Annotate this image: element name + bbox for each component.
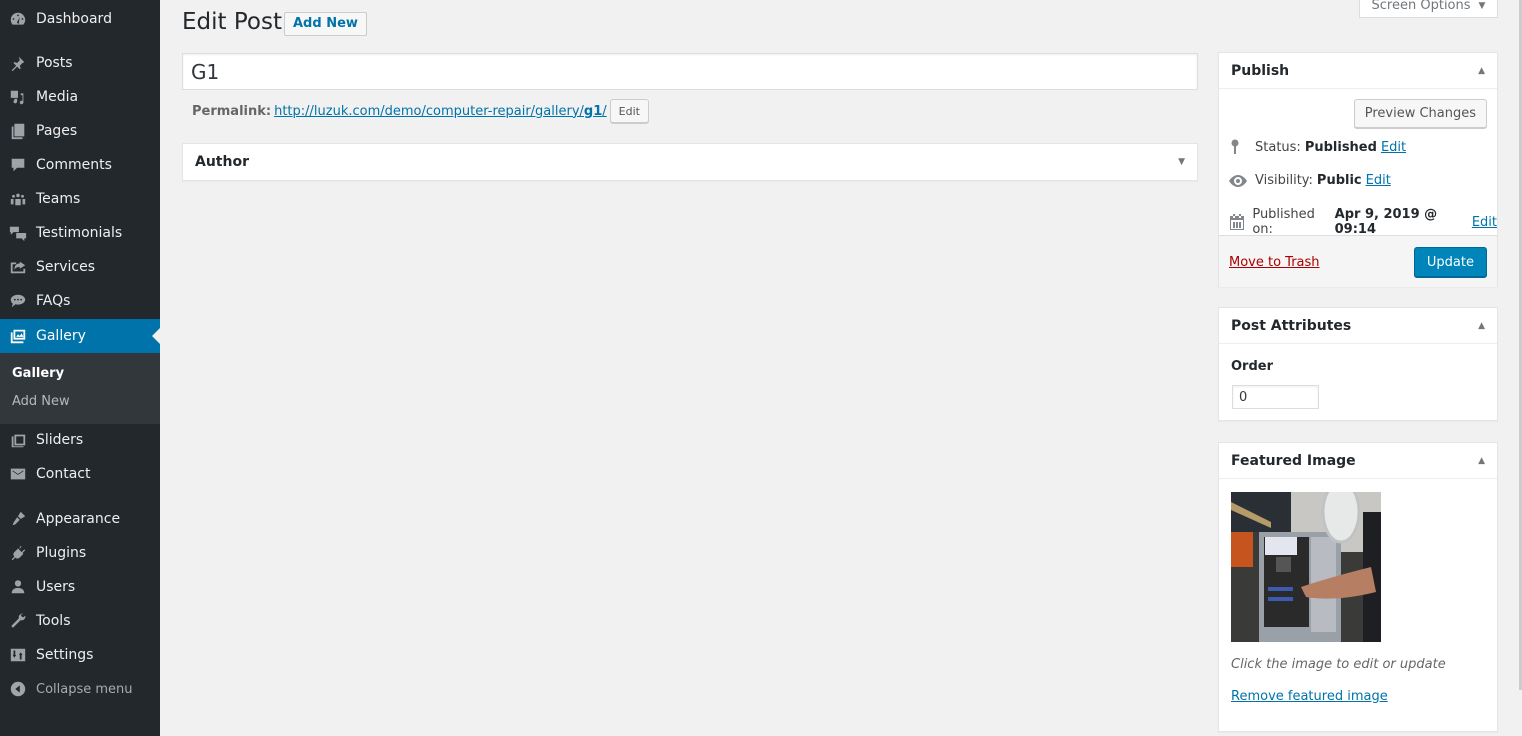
- sidebar-item-teams[interactable]: Teams: [0, 182, 160, 216]
- status-value: Published: [1304, 139, 1377, 155]
- permalink-label: Permalink:: [192, 103, 272, 119]
- featured-image-hint: Click the image to edit or update: [1231, 657, 1446, 672]
- sidebar-item-users[interactable]: Users: [0, 570, 160, 604]
- author-metabox: Author ▼: [182, 143, 1198, 181]
- sidebar-item-plugins[interactable]: Plugins: [0, 536, 160, 570]
- plugin-icon: [0, 544, 36, 562]
- sidebar-item-sliders[interactable]: Sliders: [0, 423, 160, 457]
- sidebar-item-testimonials[interactable]: Testimonials: [0, 216, 160, 250]
- published-on-label: Published on:: [1252, 207, 1315, 237]
- published-on-value: Apr 9, 2019 @ 09:14: [1334, 207, 1438, 237]
- order-label: Order: [1231, 359, 1273, 374]
- eye-icon: [1229, 174, 1255, 187]
- sidebar-item-services[interactable]: Services: [0, 250, 160, 284]
- sidebar-item-appearance[interactable]: Appearance: [0, 502, 160, 536]
- visibility-row: Visibility: Public Edit: [1229, 173, 1391, 188]
- permalink-slug: g1: [583, 103, 603, 119]
- order-input[interactable]: [1232, 385, 1319, 409]
- pin-icon: [1229, 139, 1255, 155]
- collapse-menu-button[interactable]: Collapse menu: [0, 676, 160, 702]
- gallery-icon: [0, 327, 36, 345]
- permalink-trailing: /: [602, 103, 607, 119]
- status-label: Status:: [1255, 139, 1301, 155]
- publish-metabox-title: Publish: [1231, 62, 1290, 79]
- expand-toggle-icon[interactable]: ▼: [1178, 157, 1185, 167]
- post-attributes-metabox: Post Attributes ▲ Order: [1218, 307, 1498, 421]
- share-icon: [0, 258, 36, 276]
- post-attributes-header[interactable]: Post Attributes ▲: [1219, 308, 1497, 344]
- permalink-base: http://luzuk.com/demo/computer-repair/ga…: [274, 103, 584, 119]
- caret-down-icon: ▼: [1478, 0, 1486, 11]
- visibility-value: Public: [1316, 173, 1362, 188]
- admin-sidebar: Dashboard Posts Media Pages Comments Tea…: [0, 0, 160, 736]
- collapse-toggle-icon[interactable]: ▲: [1478, 66, 1485, 76]
- settings-icon: [0, 646, 36, 664]
- preview-changes-button[interactable]: Preview Changes: [1353, 99, 1487, 128]
- screen-options-label: Screen Options: [1371, 0, 1471, 13]
- sidebar-item-media[interactable]: Media: [0, 80, 160, 114]
- slides-icon: [0, 431, 36, 449]
- add-new-button[interactable]: Add New: [284, 12, 367, 36]
- visibility-edit-link[interactable]: Edit: [1366, 173, 1391, 188]
- featured-image-metabox: Featured Image ▲ Click the image to edit…: [1218, 442, 1498, 732]
- pages-icon: [0, 122, 36, 140]
- mail-icon: [0, 465, 36, 483]
- publish-metabox: Publish ▲ Preview Changes Status: Publis…: [1218, 52, 1498, 287]
- calendar-icon: [1229, 214, 1252, 230]
- sidebar-item-dashboard[interactable]: Dashboard: [0, 2, 160, 36]
- collapse-toggle-icon[interactable]: ▲: [1478, 456, 1485, 466]
- publish-metabox-header[interactable]: Publish ▲: [1219, 53, 1497, 89]
- published-on-edit-link[interactable]: Edit: [1472, 215, 1497, 230]
- post-attributes-title: Post Attributes: [1231, 317, 1352, 334]
- submenu-item-gallery[interactable]: Gallery: [12, 366, 64, 381]
- media-icon: [0, 88, 36, 106]
- featured-image-thumbnail[interactable]: [1231, 492, 1381, 642]
- move-to-trash-link[interactable]: Move to Trash: [1229, 255, 1320, 270]
- dashboard-icon: [0, 10, 36, 28]
- page-title: Edit Post: [182, 9, 282, 35]
- permalink-row: Permalink: http://luzuk.com/demo/compute…: [192, 99, 649, 123]
- published-on-row: Published on: Apr 9, 2019 @ 09:14 Edit: [1229, 207, 1497, 237]
- user-icon: [0, 578, 36, 596]
- sidebar-item-tools[interactable]: Tools: [0, 604, 160, 638]
- sidebar-item-gallery[interactable]: Gallery: [0, 319, 160, 353]
- permalink-link[interactable]: http://luzuk.com/demo/computer-repair/ga…: [274, 104, 607, 119]
- sidebar-item-posts[interactable]: Posts: [0, 46, 160, 80]
- brush-icon: [0, 510, 36, 528]
- featured-image-header[interactable]: Featured Image ▲: [1219, 443, 1497, 479]
- collapse-toggle-icon[interactable]: ▲: [1478, 321, 1485, 331]
- remove-featured-image-link[interactable]: Remove featured image: [1231, 689, 1388, 704]
- author-metabox-header[interactable]: Author ▼: [183, 144, 1197, 180]
- collapse-icon: [0, 680, 36, 698]
- groups-icon: [0, 190, 36, 208]
- collapse-menu-label: Collapse menu: [36, 681, 133, 697]
- publish-actions: Move to Trash Update: [1219, 235, 1497, 287]
- wrench-icon: [0, 612, 36, 630]
- sidebar-item-contact[interactable]: Contact: [0, 457, 160, 491]
- current-indicator: [152, 328, 160, 344]
- sidebar-item-pages[interactable]: Pages: [0, 114, 160, 148]
- sidebar-item-comments[interactable]: Comments: [0, 148, 160, 182]
- gallery-submenu: Gallery Add New: [0, 353, 160, 424]
- status-row: Status: Published Edit: [1229, 139, 1406, 155]
- permalink-edit-button[interactable]: Edit: [609, 99, 649, 123]
- comment-icon: [0, 156, 36, 174]
- chat-icon: [0, 292, 36, 310]
- post-title-input[interactable]: [182, 53, 1198, 90]
- screen-options-button[interactable]: Screen Options ▼: [1359, 0, 1498, 18]
- visibility-label: Visibility:: [1255, 173, 1313, 188]
- update-button[interactable]: Update: [1413, 247, 1487, 277]
- submenu-item-add-new[interactable]: Add New: [12, 394, 70, 409]
- sidebar-item-settings[interactable]: Settings: [0, 638, 160, 672]
- computer-repair-photo: [1231, 492, 1381, 642]
- pin-icon: [0, 54, 36, 72]
- author-metabox-title: Author: [195, 154, 249, 170]
- status-edit-link[interactable]: Edit: [1381, 140, 1406, 155]
- testimonial-icon: [0, 224, 36, 242]
- sidebar-item-faqs[interactable]: FAQs: [0, 284, 160, 318]
- featured-image-title: Featured Image: [1231, 452, 1356, 469]
